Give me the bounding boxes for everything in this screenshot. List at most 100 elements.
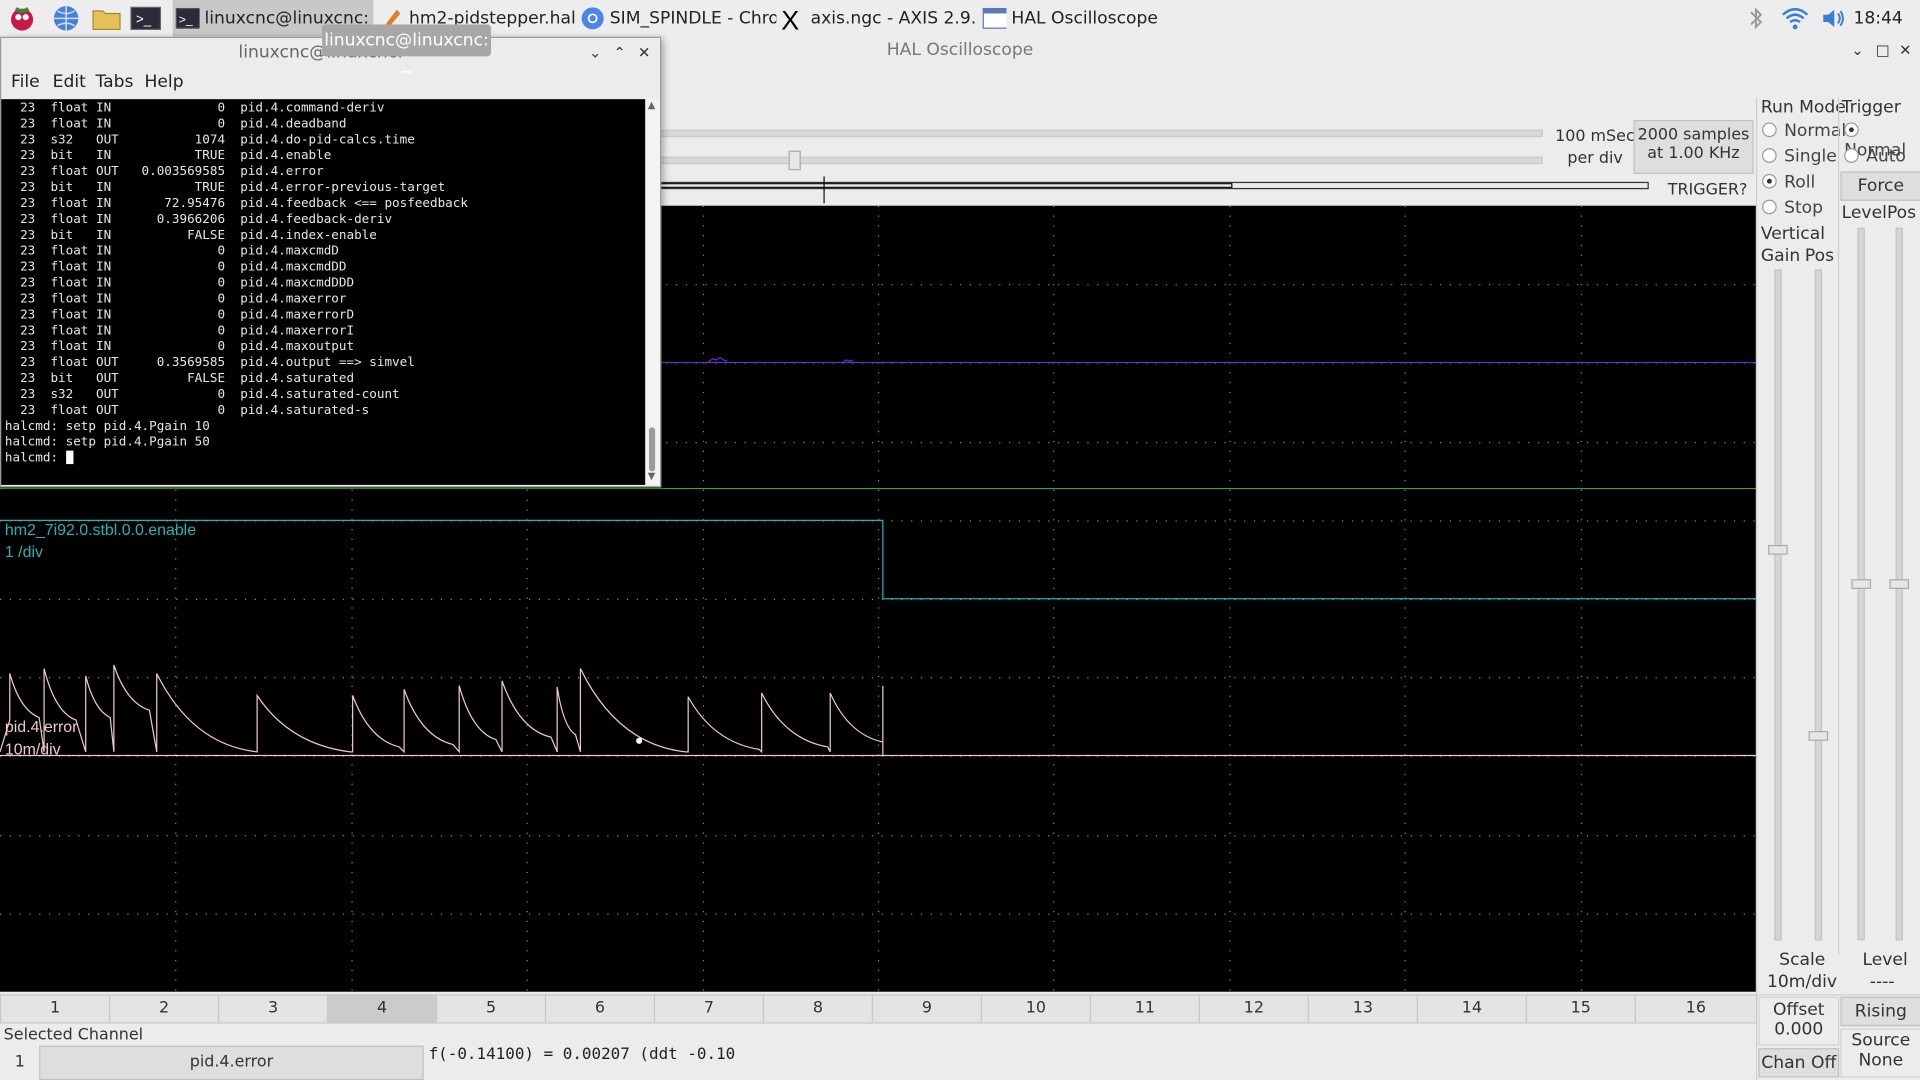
- svg-text:>_: >_: [136, 11, 152, 26]
- panel-divider: [1757, 994, 1920, 996]
- offset-button[interactable]: Offset 0.000: [1758, 996, 1840, 1046]
- chan-off-button[interactable]: Chan Off: [1758, 1048, 1840, 1078]
- channel-button-1[interactable]: 1: [0, 994, 111, 1024]
- channel-button-2[interactable]: 2: [108, 994, 220, 1024]
- terminal-line: 23 s32 OUT 1074 pid.4.do-pid-calcs.time: [4, 132, 415, 147]
- channel-button-8[interactable]: 8: [762, 994, 874, 1024]
- wifi-icon[interactable]: [1780, 4, 1809, 33]
- zoom-slider[interactable]: [658, 129, 1543, 138]
- channel-bar: 1 2 3 4 5 6 7 8 9 10 11 12 13 14 15 16: [0, 991, 1758, 1024]
- channel-button-9[interactable]: 9: [871, 994, 983, 1024]
- menu-tabs[interactable]: Tabs: [96, 72, 134, 92]
- channel-button-4[interactable]: 4: [326, 994, 438, 1024]
- trig-level-caption: Level: [1862, 950, 1908, 970]
- taskbar-task-axis[interactable]: Xaxis.ngc - AXIS 2.9.0...: [779, 0, 977, 37]
- run-mode-single[interactable]: Single: [1762, 147, 1837, 167]
- run-mode-label: Normal: [1784, 121, 1847, 141]
- trigger-pos-slider-knob[interactable]: [1889, 579, 1909, 589]
- channel-button-6[interactable]: 6: [544, 994, 656, 1024]
- terminal-line: 23 float IN 0 pid.4.maxcmdDDD: [4, 275, 355, 291]
- channel-button-14[interactable]: 14: [1416, 994, 1527, 1024]
- task-label: HAL Oscilloscope: [1011, 8, 1158, 29]
- channel-button-3[interactable]: 3: [217, 994, 329, 1024]
- record-overview[interactable]: [658, 171, 1756, 205]
- trigger-status: TRIGGER?: [1667, 181, 1748, 200]
- channel-button-15[interactable]: 15: [1525, 994, 1636, 1024]
- terminal-output[interactable]: 23 float IN 0 pid.4.command-deriv 23 flo…: [1, 99, 646, 485]
- minimize-icon[interactable]: ⌄: [1851, 37, 1863, 64]
- scrollbar-thumb[interactable]: [648, 427, 656, 472]
- scroll-down-icon[interactable]: ▼: [648, 470, 656, 481]
- gain-slider[interactable]: [1774, 269, 1782, 941]
- terminal-scrollbar[interactable]: ▲ ▼: [645, 99, 661, 485]
- gain-slider-knob[interactable]: [1768, 544, 1788, 555]
- svg-text:>_: >_: [179, 12, 193, 26]
- maximize-icon[interactable]: □: [1876, 37, 1890, 64]
- run-mode-title: Run Mode: [1760, 97, 1846, 118]
- force-button[interactable]: Force: [1840, 171, 1920, 201]
- scope-horizontal-controls: 100 mSec per div 2000 samples at 1.00 KH…: [658, 63, 1756, 206]
- taskbar-task-chromium[interactable]: SIM_SPINDLE - Chro...: [578, 0, 776, 37]
- channel-button-7[interactable]: 7: [653, 994, 765, 1024]
- vertical-pos-slider-knob[interactable]: [1808, 731, 1829, 741]
- run-mode-roll[interactable]: Roll: [1762, 172, 1816, 193]
- trace-error: [0, 664, 884, 756]
- position-slider-knob[interactable]: [788, 150, 801, 171]
- selected-channel-name-button[interactable]: pid.4.error: [39, 1045, 424, 1080]
- run-mode-stop[interactable]: Stop: [1762, 198, 1823, 218]
- radio-icon: [1762, 148, 1777, 163]
- terminal-line: 23 bit IN TRUE pid.4.enable: [4, 148, 332, 163]
- source-button[interactable]: Source None: [1840, 1028, 1920, 1078]
- run-mode-label: Roll: [1784, 172, 1816, 193]
- channel-button-12[interactable]: 12: [1198, 994, 1309, 1024]
- terminal-line: 23 float IN 0 pid.4.maxcmdDD: [4, 259, 347, 275]
- scope-right-panel: Run Mode Normal Single Roll Stop Vertica…: [1755, 97, 1920, 1080]
- menu-file[interactable]: File: [11, 72, 40, 92]
- close-icon[interactable]: ✕: [1899, 37, 1911, 64]
- radio-selected-icon: [1844, 122, 1859, 138]
- trace-purple-noise: [707, 356, 854, 363]
- terminal-cursor: [65, 450, 73, 465]
- channel-button-16[interactable]: 16: [1634, 994, 1758, 1024]
- pos-label: Pos: [1804, 246, 1835, 266]
- volume-icon[interactable]: [1820, 4, 1849, 33]
- channel-button-13[interactable]: 13: [1307, 994, 1418, 1024]
- terminal-line: 23 float OUT 0.003569585 pid.4.error: [4, 164, 324, 179]
- channel-button-10[interactable]: 10: [980, 994, 1092, 1024]
- menu-edit[interactable]: Edit: [53, 72, 86, 92]
- trigger-mode-label: Auto: [1866, 146, 1906, 167]
- web-browser-icon[interactable]: [51, 4, 80, 33]
- bluetooth-icon[interactable]: [1744, 4, 1773, 33]
- trigger-level-slider-knob[interactable]: [1851, 579, 1872, 589]
- clock[interactable]: 18:44: [1853, 0, 1902, 37]
- trigger-pos-label: Pos: [1886, 203, 1917, 223]
- taskbar-task-hal-oscilloscope[interactable]: HAL Oscilloscope: [980, 0, 1178, 37]
- scale-label: Scale: [1779, 950, 1826, 970]
- terminal-minimize-icon[interactable]: ⌄: [589, 38, 601, 67]
- source-label: Source: [1851, 1031, 1911, 1051]
- raspberry-menu-icon[interactable]: [7, 4, 36, 33]
- file-manager-icon[interactable]: [91, 4, 121, 33]
- vertical-pos-slider[interactable]: [1814, 269, 1823, 941]
- terminal-maximize-icon[interactable]: ⌃: [613, 38, 625, 67]
- trigger-level-label: Level: [1841, 203, 1887, 223]
- trigger-auto[interactable]: Auto: [1844, 147, 1906, 167]
- terminal-line: 23 float IN 0 pid.4.maxerrorD: [4, 307, 355, 323]
- trace-scale-error: 10m/div: [4, 739, 61, 758]
- run-mode-normal[interactable]: Normal: [1762, 121, 1846, 141]
- edge-button[interactable]: Rising: [1840, 996, 1920, 1027]
- terminal-line: 23 float IN 0 pid.4.maxoutput: [4, 339, 355, 354]
- terminal-line: halcmd:: [5, 450, 645, 467]
- channel-button-11[interactable]: 11: [1089, 994, 1201, 1024]
- terminal-line: 23 bit IN FALSE pid.4.index-enable: [4, 227, 377, 243]
- trig-level-value: ----: [1869, 972, 1895, 992]
- scroll-up-icon[interactable]: ▲: [648, 99, 656, 110]
- sample-rate-button[interactable]: 2000 samples at 1.00 KHz: [1633, 120, 1754, 174]
- terminal-line: 23 float IN 0.3966206 pid.4.feedback-der…: [4, 211, 393, 227]
- channel-button-5[interactable]: 5: [435, 994, 547, 1024]
- terminal-close-icon[interactable]: ✕: [638, 38, 650, 67]
- source-value: None: [1858, 1050, 1904, 1071]
- terminal-launcher-icon[interactable]: >_: [130, 4, 162, 33]
- terminal-line: 23 bit OUT FALSE pid.4.saturated: [4, 371, 355, 386]
- menu-help[interactable]: Help: [144, 72, 183, 92]
